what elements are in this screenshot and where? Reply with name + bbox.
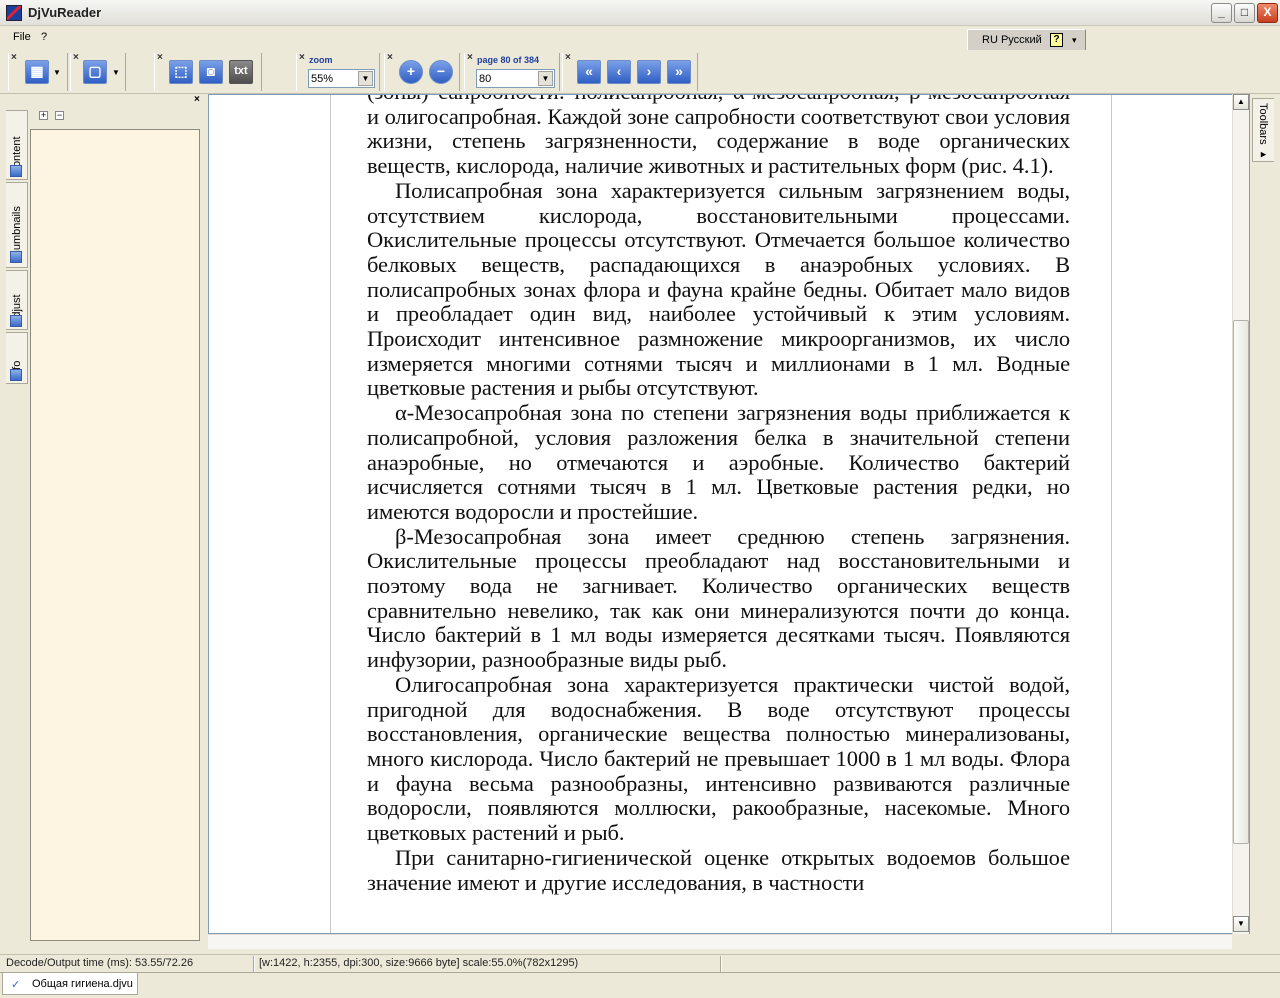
status-bar: Decode/Output time (ms): 53.55/72.26 [w:… <box>0 954 1280 972</box>
close-icon[interactable]: × <box>387 52 393 63</box>
status-divider <box>253 956 255 972</box>
tab-info[interactable]: Info <box>6 332 28 384</box>
page-select[interactable]: ▼ <box>476 69 555 88</box>
toolbar-group-view: × ▦ ▼ <box>8 52 68 91</box>
close-icon[interactable]: × <box>11 52 17 63</box>
page-mode-icon[interactable]: ▢ <box>83 60 107 84</box>
info-icon <box>10 369 22 381</box>
toolbar-group-page-nav: × page 80 of 384 ▼ <box>464 52 560 91</box>
window-title: DjVuReader <box>28 5 102 20</box>
document-viewer[interactable]: (зоны) сапробности: полисапробная, α-мез… <box>208 94 1250 934</box>
zoom-label: zoom <box>309 55 333 65</box>
app-icon <box>6 5 22 21</box>
page-paragraph: Олигосапробная зона характеризуется прак… <box>367 671 1070 846</box>
contents-tree[interactable] <box>30 129 200 941</box>
document-page: (зоны) сапробности: полисапробная, α-мез… <box>330 95 1112 933</box>
sidebar-tabs: Content Thumbnails Adjust Info <box>6 102 28 948</box>
document-tab-bar: ✓ Общая гигиена.djvu <box>0 972 1280 998</box>
page-text: (зоны) сапробности: полисапробная, α-мез… <box>367 95 1070 895</box>
page-paragraph: При санитарно-гигиенической оценке откры… <box>367 844 1070 895</box>
vertical-scrollbar[interactable]: ▲ ▼ <box>1232 94 1249 934</box>
sidebar-panel: × + − <box>28 94 204 948</box>
toolbar-group-zoom: × zoom ▼ <box>296 52 380 91</box>
first-page-button[interactable]: « <box>577 60 601 84</box>
scroll-up-icon[interactable]: ▲ <box>1233 94 1249 110</box>
document-tab[interactable]: ✓ Общая гигиена.djvu <box>2 973 138 995</box>
chevron-down-icon[interactable]: ▼ <box>358 71 373 86</box>
select-area-icon[interactable]: ⬚ <box>169 60 193 84</box>
menu-help[interactable]: ? <box>41 31 47 43</box>
toolbar-group-navigation: × « ‹ › » <box>562 52 698 91</box>
thumbnails-icon <box>10 251 22 263</box>
last-page-button[interactable]: » <box>667 60 691 84</box>
page-input[interactable] <box>479 71 529 86</box>
toolbars-panel-tab[interactable]: Toolbars ▸ <box>1252 98 1274 162</box>
chevron-down-icon[interactable]: ▾ <box>1072 35 1077 46</box>
next-page-button[interactable]: › <box>637 60 661 84</box>
expand-all-icon[interactable]: + <box>39 111 48 120</box>
text-mode-button[interactable]: txt <box>229 60 253 84</box>
close-button[interactable]: X <box>1257 3 1278 23</box>
zoom-select[interactable]: ▼ <box>308 69 375 88</box>
layout-icon[interactable]: ▦ <box>25 60 49 84</box>
toolbar: × ▦ ▼ × ▢ ▼ × ⬚ ◙ txt × zoom ▼ × + − × p… <box>0 50 1280 94</box>
toolbar-group-mode: × ⬚ ◙ txt <box>154 52 262 91</box>
close-icon[interactable]: × <box>467 52 473 63</box>
tab-content[interactable]: Content <box>6 110 28 180</box>
image-mode-icon[interactable]: ◙ <box>199 60 223 84</box>
language-indicator[interactable]: RU Русский ? ▾ <box>967 29 1086 51</box>
toolbar-group-page: × ▢ ▼ <box>70 52 126 91</box>
close-icon[interactable]: × <box>73 52 79 63</box>
status-divider <box>720 956 722 972</box>
language-label: RU Русский <box>982 34 1042 46</box>
horizontal-scrollbar[interactable] <box>208 934 1232 949</box>
decode-time: Decode/Output time (ms): 53.55/72.26 <box>6 957 194 969</box>
page-paragraph: (зоны) сапробности: полисапробная, α-мез… <box>367 95 1070 179</box>
page-paragraph: Полисапробная зона характеризуется сильн… <box>367 177 1070 401</box>
menu-file[interactable]: File <box>13 31 31 43</box>
minimize-button[interactable]: _ <box>1211 3 1232 23</box>
collapse-all-icon[interactable]: − <box>55 111 64 120</box>
chevron-down-icon[interactable]: ▼ <box>538 71 553 86</box>
tab-adjust[interactable]: Adjust <box>6 270 28 330</box>
chevron-down-icon[interactable]: ▼ <box>53 68 61 77</box>
title-bar: DjVuReader _ □ X <box>0 0 1280 26</box>
tab-thumbnails[interactable]: Thumbnails <box>6 182 28 268</box>
page-paragraph: α-Мезосапробная зона по степени загрязне… <box>367 400 1070 524</box>
zoom-out-button[interactable]: − <box>429 60 453 84</box>
document-tab-name: Общая гигиена.djvu <box>32 978 133 990</box>
chevron-down-icon[interactable]: ▼ <box>112 68 120 77</box>
prev-page-button[interactable]: ‹ <box>607 60 631 84</box>
scroll-down-icon[interactable]: ▼ <box>1233 916 1249 932</box>
panel-header: + − <box>28 108 202 124</box>
page-paragraph: β-Мезосапробная зона имеет среднюю степе… <box>367 523 1070 673</box>
toolbars-label: Toolbars ▸ <box>1257 103 1269 161</box>
page-info: [w:1422, h:2355, dpi:300, size:9666 byte… <box>259 957 579 969</box>
scroll-thumb[interactable] <box>1233 320 1249 844</box>
toolbar-group-zoom-buttons: × + − <box>384 52 460 91</box>
close-icon[interactable]: × <box>565 52 571 63</box>
check-icon: ✓ <box>11 979 21 991</box>
maximize-button[interactable]: □ <box>1234 3 1255 23</box>
page-label: page 80 of 384 <box>477 55 540 65</box>
close-icon[interactable]: × <box>194 94 200 105</box>
wrench-icon <box>10 315 22 327</box>
close-icon[interactable]: × <box>299 52 305 63</box>
content-icon <box>10 165 22 177</box>
zoom-in-button[interactable]: + <box>399 60 423 84</box>
menu-bar: File ? <box>0 27 1280 49</box>
close-icon[interactable]: × <box>157 52 163 63</box>
help-icon[interactable]: ? <box>1050 33 1063 47</box>
zoom-input[interactable] <box>311 71 361 86</box>
